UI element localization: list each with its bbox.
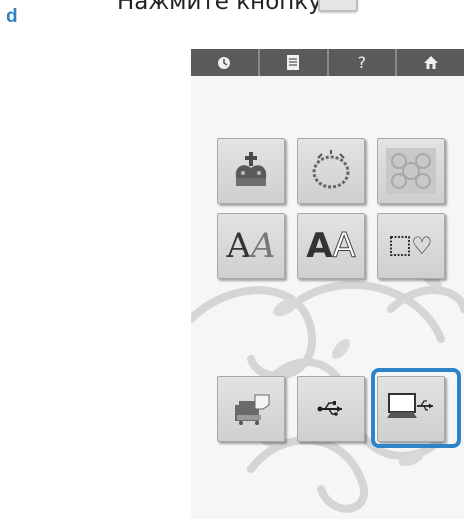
instruction-text: Нажмите кнопку xyxy=(117,0,322,15)
document-button[interactable] xyxy=(260,49,329,76)
swirl-background xyxy=(191,269,464,513)
help-icon: ? xyxy=(357,53,367,72)
home-icon xyxy=(423,56,438,69)
help-button[interactable]: ? xyxy=(329,49,398,76)
font-glyph-bold: A xyxy=(306,226,333,266)
crown-pattern-button[interactable] xyxy=(217,138,285,204)
frame-pattern-button[interactable]: ♡ xyxy=(377,213,445,279)
home-button[interactable] xyxy=(397,49,464,76)
quilt-pattern-icon xyxy=(386,148,436,194)
top-toolbar: ? xyxy=(191,49,464,76)
header-button-icon xyxy=(318,0,358,12)
step-label: d xyxy=(6,6,18,27)
font-glyph-outline: A xyxy=(332,226,356,266)
character-font-button[interactable]: A A xyxy=(297,213,365,279)
machine-memory-button[interactable] xyxy=(217,376,285,442)
sewing-machine-icon xyxy=(235,394,270,425)
frame-square-icon xyxy=(390,236,411,256)
machine-screen: ? A A A A ♡ xyxy=(191,49,464,519)
clock-button[interactable] xyxy=(191,49,260,76)
alphabet-glyph-script: A xyxy=(251,226,276,266)
quilt-pattern-button[interactable] xyxy=(377,138,445,204)
selection-highlight xyxy=(371,368,461,448)
document-icon xyxy=(287,55,300,70)
clock-icon xyxy=(218,56,231,69)
alphabet-glyph: A xyxy=(226,226,251,266)
decorative-alphabet-button[interactable]: A A xyxy=(217,213,285,279)
usb-icon xyxy=(317,401,342,416)
crown-icon xyxy=(235,152,267,186)
usb-media-button[interactable] xyxy=(297,376,365,442)
wreath-pattern-button[interactable] xyxy=(297,138,365,204)
wreath-icon xyxy=(312,150,350,189)
heart-icon: ♡ xyxy=(411,232,433,260)
